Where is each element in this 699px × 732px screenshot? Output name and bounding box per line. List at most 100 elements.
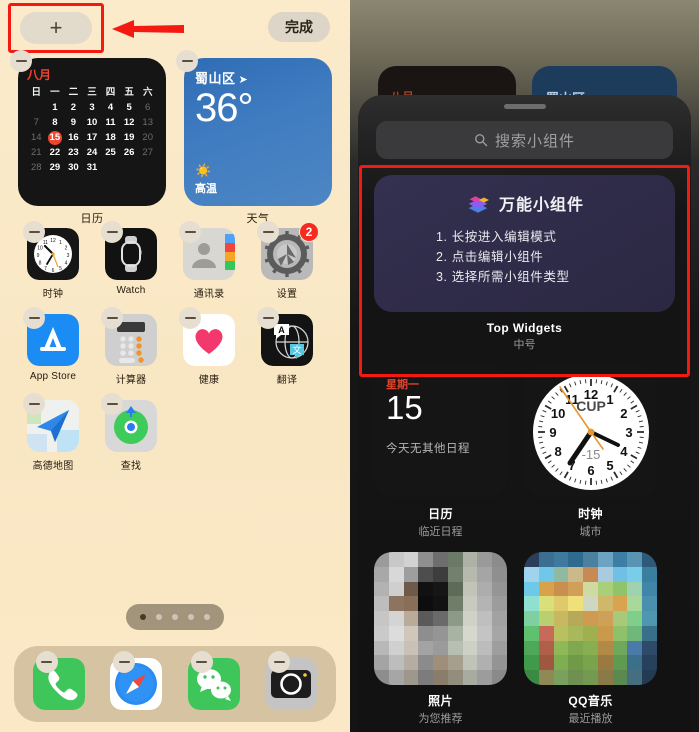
pixel-block [477,611,493,626]
dock-app-safari[interactable] [104,651,168,710]
widget-calendar[interactable]: 八月 日一二三四五六 1 2 3 4 5 6 7 8 9 10 11 12 13 14 15 16 17 18 19 2… [10,50,166,226]
dock-app-phone[interactable] [27,651,91,710]
featured-widget-caption: Top Widgets 中号 [358,321,691,352]
page-dot-2[interactable] [156,614,162,620]
svg-text:10: 10 [550,406,564,421]
pixel-block [553,552,569,567]
remove-app-button[interactable] [179,307,201,329]
pixel-block [447,625,463,641]
pixel-block [627,596,643,612]
done-button-label: 完成 [285,19,313,35]
featured-step: 1. 长按进入编辑模式 [436,230,557,244]
pixel-block [447,566,463,582]
calendar-day-cell: 9 [70,117,77,128]
pixel-block [524,640,539,656]
page-indicator[interactable] [126,604,224,630]
pixel-block [403,670,419,685]
search-widgets-input[interactable]: 搜索小组件 [376,121,673,159]
featured-widget-size-label: 中号 [513,339,536,351]
widget-option-clock[interactable]: 12 1 2 3 4 5 6 7 8 9 10 11 CUP -15 时钟 城市 [524,365,657,539]
app-settings[interactable]: 2 设置 [248,221,326,300]
remove-app-button[interactable] [35,651,58,673]
remove-app-button[interactable] [190,651,213,673]
svg-text:9: 9 [37,253,40,259]
app-amap[interactable]: 高德地图 [14,393,92,472]
widget-option-clock-name: 时钟 [578,507,603,521]
notification-badge: 2 [299,222,319,242]
widget-option-photos[interactable]: 照片 为您推荐 [374,552,507,726]
svg-text:1: 1 [606,392,613,407]
remove-app-button[interactable] [23,307,45,329]
widget-option-calendar[interactable]: 星期一 15 今天无其他日程 日历 临近日程 [374,365,507,539]
pixel-block [583,581,598,597]
dock-app-wechat[interactable] [182,651,246,710]
pixel-block [403,611,419,626]
app-appstore[interactable]: App Store [14,307,92,386]
app-findmy[interactable]: 查找 [92,393,170,472]
remove-app-button[interactable] [23,393,45,415]
svg-text:6: 6 [52,268,55,274]
pixel-block [642,655,657,671]
app-clock[interactable]: 12 1 2 3 4 5 6 7 8 9 10 11 时钟 [14,221,92,300]
pixel-block [538,581,554,597]
pixel-block [642,566,657,582]
app-watch[interactable]: Watch [92,221,170,300]
app-health[interactable]: 健康 [170,307,248,386]
remove-app-button[interactable] [101,221,123,243]
pixel-block [388,581,404,597]
page-dot-3[interactable] [172,614,178,620]
page-dot-4[interactable] [188,614,194,620]
remove-app-button[interactable] [23,221,45,243]
app-row: App Store 计算器 健康 A 文翻译 [0,307,350,386]
calendar-day-cell: 4 [107,102,114,113]
pixel-block [403,596,419,612]
pixel-block [418,611,434,626]
svg-text:3: 3 [625,425,632,440]
pixel-block [418,581,434,597]
featured-widget-card[interactable]: 万能小组件 1. 长按进入编辑模式 2. 点击编辑小组件 3. 选择所需小组件类型 [374,175,675,312]
featured-step: 3. 选择所需小组件类型 [436,270,570,284]
dock-app-camera[interactable] [259,651,323,710]
pixel-block [627,625,643,641]
pixel-block [568,596,584,612]
pixel-block [553,596,569,612]
pixel-block [583,552,598,567]
pixel-block [374,596,389,612]
widget-option-music-name: QQ音乐 [568,694,613,708]
widget-weather[interactable]: 蜀山区 ➤ 36° ☀️ 高温 天气 [176,50,332,226]
pixel-block [403,581,419,597]
sheet-drag-handle[interactable] [503,104,546,109]
pixel-block [477,552,493,567]
pixel-block [447,596,463,612]
done-button[interactable]: 完成 [268,12,330,42]
pixel-block [388,552,404,567]
weather-city-label: 蜀山区 [195,71,236,86]
page-dot-1[interactable] [140,614,146,620]
remove-app-button[interactable] [101,393,123,415]
app-calculator[interactable]: 计算器 [92,307,170,386]
svg-text:6: 6 [587,463,594,478]
remove-widget-button-calendar[interactable] [10,50,32,72]
pixel-block [538,566,554,582]
widget-option-music[interactable]: QQ音乐 最近播放 [524,552,657,726]
pixel-block [433,566,448,582]
widget-option-clock-preview: 12 1 2 3 4 5 6 7 8 9 10 11 CUP -15 [524,365,657,498]
pixel-block [627,552,643,567]
calendar-day-cell: 16 [68,132,79,143]
widget-option-photos-preview [374,552,507,685]
remove-app-button[interactable] [101,307,123,329]
app-contacts[interactable]: 通讯录 [170,221,248,300]
pixel-block [477,670,493,685]
svg-text:2: 2 [65,246,68,252]
remove-app-button[interactable] [257,221,279,243]
weather-temperature: 36° [195,86,254,130]
pixel-block [447,640,463,656]
remove-app-button[interactable] [257,307,279,329]
remove-widget-button-weather[interactable] [176,50,198,72]
app-translate[interactable]: A 文翻译 [248,307,326,386]
svg-text:4: 4 [620,444,628,459]
page-dot-5[interactable] [204,614,210,620]
pixel-block [388,625,404,641]
pixel-block [462,596,478,612]
remove-app-button[interactable] [179,221,201,243]
